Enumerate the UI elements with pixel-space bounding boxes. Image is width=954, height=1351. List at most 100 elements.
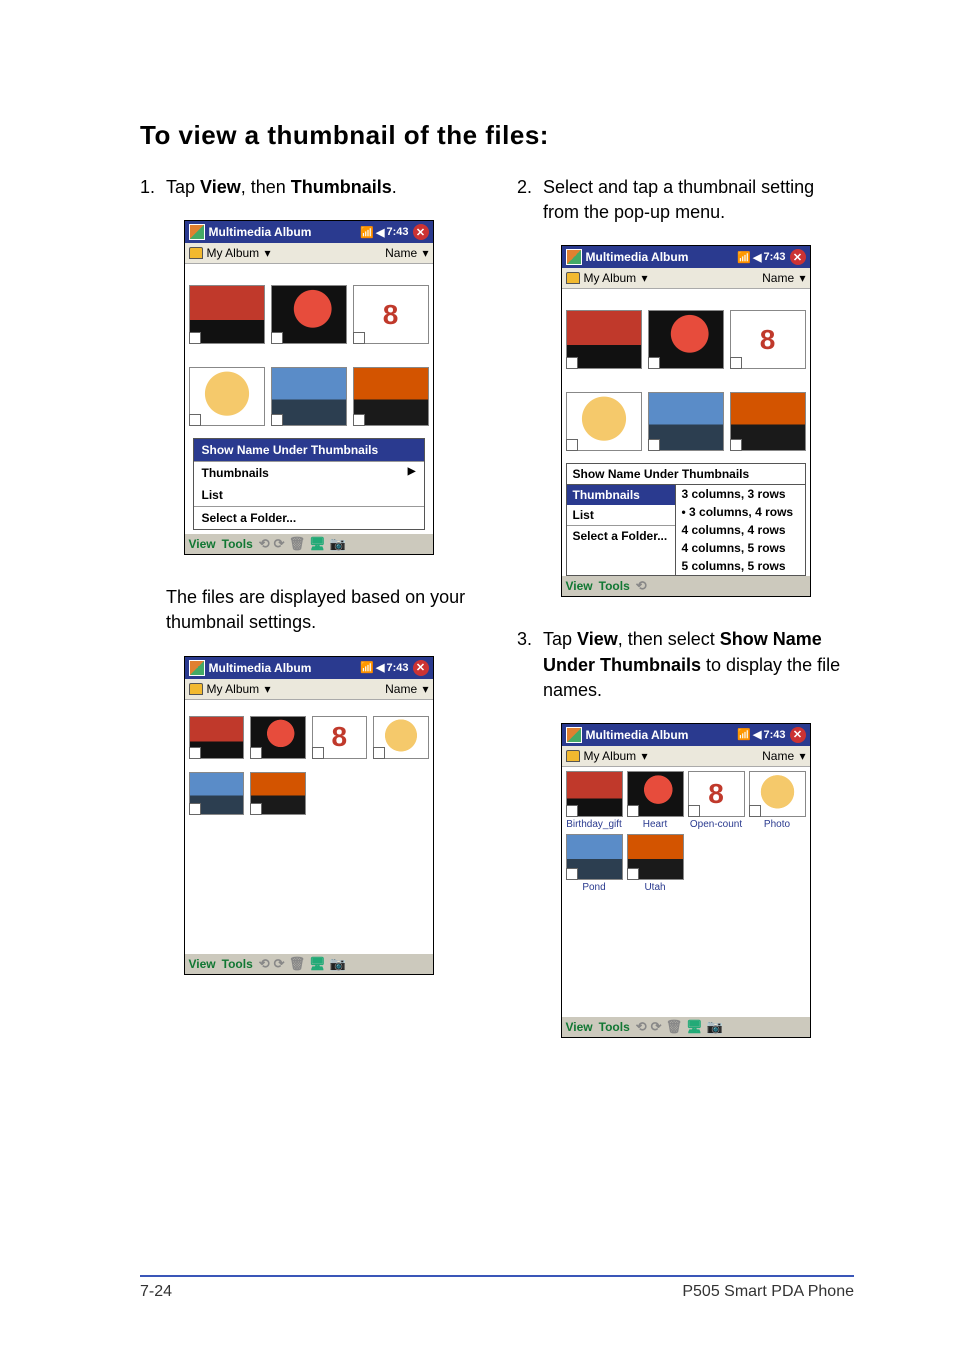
toolbar: My Album ▾ Name ▾	[562, 746, 810, 767]
menu-list[interactable]: List	[567, 505, 675, 525]
submenu-option[interactable]: 3 columns, 3 rows	[676, 485, 805, 503]
left-column: 1. Tap View, then Thumbnails. Multimedia…	[140, 175, 477, 1068]
thumbnail[interactable]	[271, 268, 347, 344]
rotate-left-icon[interactable]: ⟲	[259, 956, 270, 972]
step-number: 2.	[517, 175, 543, 225]
step-body: Tap View, then Thumbnails.	[166, 175, 477, 200]
delete-icon[interactable]: 🗑	[289, 536, 306, 552]
thumbnail[interactable]	[730, 375, 806, 451]
tools-button[interactable]: Tools	[222, 957, 253, 971]
thumbnail[interactable]: 8	[312, 704, 368, 760]
toolbar: My Album ▾ Name ▾	[562, 268, 810, 289]
submenu-option[interactable]: 4 columns, 5 rows	[676, 539, 805, 557]
sort-dropdown[interactable]: Name ▾	[385, 682, 428, 696]
speaker-icon: ◀︎	[376, 661, 384, 674]
submenu-option[interactable]: 4 columns, 4 rows	[676, 521, 805, 539]
menu-thumbnails[interactable]: Thumbnails	[567, 485, 675, 505]
rotate-left-icon[interactable]: ⟲	[636, 578, 647, 594]
camera-icon[interactable]: 📷	[330, 536, 346, 552]
status-icons: 📶 ◀︎ 7:43	[360, 661, 408, 674]
thumbnail[interactable]	[627, 771, 684, 817]
thumbnail[interactable]	[627, 834, 684, 880]
thumbnail[interactable]	[353, 350, 429, 426]
album-dropdown[interactable]: My Album ▾	[584, 749, 648, 763]
menu-select-folder[interactable]: Select a Folder...	[194, 507, 424, 529]
thumbnail[interactable]	[250, 704, 306, 760]
speaker-icon: ◀︎	[753, 728, 761, 741]
tools-button[interactable]: Tools	[599, 1020, 630, 1034]
sort-dropdown[interactable]: Name ▾	[762, 271, 805, 285]
rotate-left-icon[interactable]: ⟲	[636, 1019, 647, 1035]
thumbnail-label: Pond	[566, 882, 623, 893]
app-title: Multimedia Album	[586, 728, 734, 742]
step-2: 2. Select and tap a thumbnail setting fr…	[517, 175, 854, 225]
titlebar: Multimedia Album 📶 ◀︎ 7:43 ✕	[562, 246, 810, 268]
camera-icon[interactable]: 📷	[707, 1019, 723, 1035]
menu-list[interactable]: List	[194, 484, 424, 506]
tools-button[interactable]: Tools	[599, 579, 630, 593]
display-icon[interactable]: 🖥	[309, 536, 326, 552]
thumbnail[interactable]	[189, 704, 245, 760]
thumbnail[interactable]	[566, 375, 642, 451]
speaker-icon: ◀︎	[376, 226, 384, 239]
rotate-right-icon[interactable]: ⟳	[274, 536, 285, 552]
album-dropdown[interactable]: My Album ▾	[207, 682, 271, 696]
status-icons: 📶 ◀︎ 7:43	[360, 226, 408, 239]
thumbnail-area: Birthday_gift Heart 8Open-count Photo Po…	[562, 767, 810, 1017]
thumbnail[interactable]	[271, 350, 347, 426]
submenu-option-selected[interactable]: • 3 columns, 4 rows	[676, 503, 805, 521]
thumbnail[interactable]	[648, 375, 724, 451]
thumbnail[interactable]: 8	[353, 268, 429, 344]
sort-dropdown[interactable]: Name ▾	[385, 246, 428, 260]
thumbnail[interactable]	[566, 771, 623, 817]
screenshot-3: Multimedia Album 📶 ◀︎ 7:43 ✕ My Album ▾ …	[184, 656, 434, 975]
close-icon[interactable]: ✕	[790, 249, 806, 265]
app-icon	[566, 249, 582, 265]
screenshot-1: Multimedia Album 📶 ◀︎ 7:43 ✕ My Album ▾ …	[184, 220, 434, 555]
thumbnail[interactable]	[749, 771, 806, 817]
menu-show-name[interactable]: Show Name Under Thumbnails	[566, 463, 806, 485]
close-icon[interactable]: ✕	[413, 660, 429, 676]
menu-thumbnails[interactable]: Thumbnails▶	[194, 462, 424, 484]
view-button[interactable]: View	[189, 537, 216, 551]
thumbnail-label: Open-count	[688, 819, 745, 830]
view-menu: Show Name Under Thumbnails Thumbnails▶ L…	[193, 438, 425, 530]
view-button[interactable]: View	[189, 957, 216, 971]
thumbnail[interactable]	[566, 834, 623, 880]
rotate-right-icon[interactable]: ⟳	[274, 956, 285, 972]
camera-icon[interactable]: 📷	[330, 956, 346, 972]
menu-show-name[interactable]: Show Name Under Thumbnails	[194, 439, 424, 461]
display-icon[interactable]: 🖥	[309, 956, 326, 972]
delete-icon[interactable]: 🗑	[289, 956, 306, 972]
thumbnail[interactable]: 8	[730, 293, 806, 369]
thumbnail[interactable]	[189, 760, 245, 816]
thumbnail[interactable]: 8	[688, 771, 745, 817]
app-title: Multimedia Album	[586, 250, 734, 264]
signal-icon: 📶	[360, 661, 374, 674]
menu-select-folder[interactable]: Select a Folder...	[567, 526, 675, 546]
thumbnail[interactable]	[250, 760, 306, 816]
album-dropdown[interactable]: My Album ▾	[207, 246, 271, 260]
view-button[interactable]: View	[566, 579, 593, 593]
close-icon[interactable]: ✕	[413, 224, 429, 240]
rotate-right-icon[interactable]: ⟳	[651, 1019, 662, 1035]
thumbnail[interactable]	[566, 293, 642, 369]
sort-dropdown[interactable]: Name ▾	[762, 749, 805, 763]
tools-button[interactable]: Tools	[222, 537, 253, 551]
thumbnail-area: 8	[185, 700, 433, 954]
thumbnail[interactable]	[648, 293, 724, 369]
thumbnail[interactable]	[189, 350, 265, 426]
app-icon	[566, 727, 582, 743]
app-title: Multimedia Album	[209, 661, 357, 675]
thumbnail[interactable]	[373, 704, 429, 760]
submenu-option[interactable]: 5 columns, 5 rows	[676, 557, 805, 575]
album-dropdown[interactable]: My Album ▾	[584, 271, 648, 285]
thumbnail[interactable]	[189, 268, 265, 344]
view-button[interactable]: View	[566, 1020, 593, 1034]
delete-icon[interactable]: 🗑	[666, 1019, 683, 1035]
status-icons: 📶 ◀︎ 7:43	[737, 728, 785, 741]
close-icon[interactable]: ✕	[790, 727, 806, 743]
display-icon[interactable]: 🖥	[686, 1019, 703, 1035]
folder-icon	[189, 247, 203, 259]
rotate-left-icon[interactable]: ⟲	[259, 536, 270, 552]
